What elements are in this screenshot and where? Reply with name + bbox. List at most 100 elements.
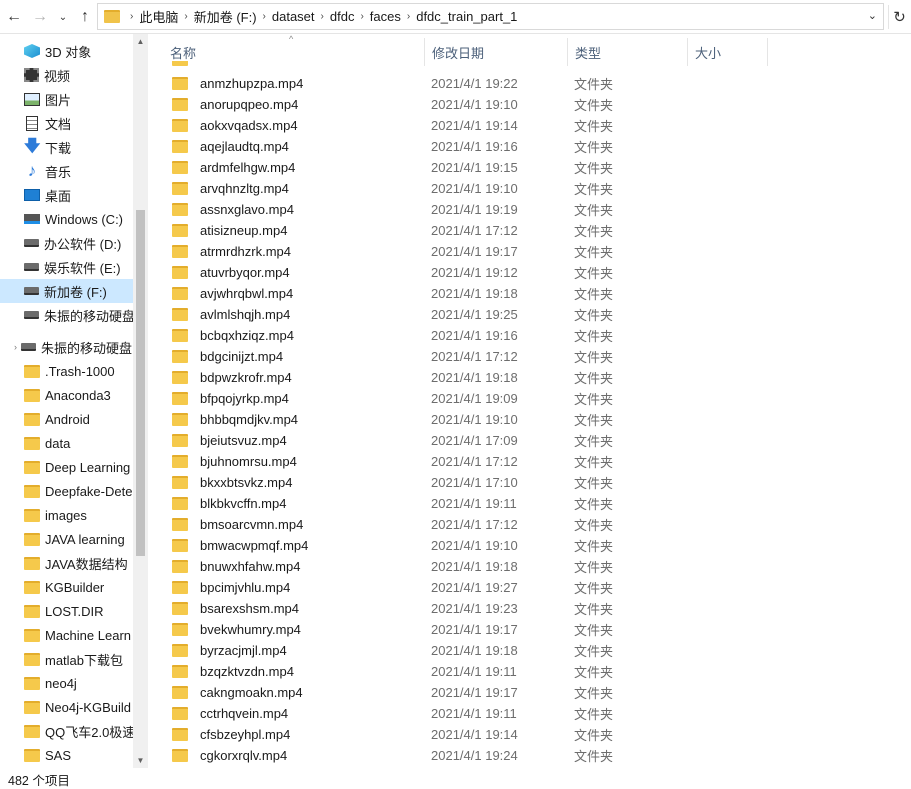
table-row[interactable]: cgkorxrqlv.mp4 2021/4/1 19:24 文件夹	[163, 745, 911, 766]
sidebar-item[interactable]: 视频	[0, 63, 133, 87]
breadcrumb-item-dfdc[interactable]: dfdc	[330, 9, 355, 24]
table-row[interactable]: bzqzktvzdn.mp4 2021/4/1 19:11 文件夹	[163, 661, 911, 682]
table-row[interactable]: bpcimjvhlu.mp4 2021/4/1 19:27 文件夹	[163, 577, 911, 598]
chevron-right-icon[interactable]: ›	[14, 342, 17, 352]
address-input[interactable]: › 此电脑 › 新加卷 (F:) › dataset › dfdc › face…	[97, 3, 884, 30]
breadcrumb-item-dataset[interactable]: dataset	[272, 9, 315, 24]
sidebar-item[interactable]: SAS	[0, 743, 133, 767]
sidebar-item-label: 办公软件 (D:)	[44, 236, 122, 252]
table-row[interactable]: bnuwxhfahw.mp4 2021/4/1 19:18 文件夹	[163, 556, 911, 577]
breadcrumb-item-drive-f[interactable]: 新加卷 (F:)	[194, 7, 257, 26]
table-row[interactable]: cakngmoakn.mp4 2021/4/1 19:17 文件夹	[163, 682, 911, 703]
refresh-button[interactable]: ↻	[888, 5, 910, 29]
table-row[interactable]: bvekwhumry.mp4 2021/4/1 19:17 文件夹	[163, 619, 911, 640]
sidebar-item[interactable]: data	[0, 431, 133, 455]
table-row[interactable]: aqejlaudtq.mp4 2021/4/1 19:16 文件夹	[163, 136, 911, 157]
folder-icon	[172, 371, 188, 384]
sidebar-item[interactable]: 3D 对象	[0, 39, 133, 63]
table-row[interactable]: bdgcinijzt.mp4 2021/4/1 17:12 文件夹	[163, 346, 911, 367]
forward-button[interactable]: →	[28, 5, 52, 29]
table-row[interactable]: bhbbqmdjkv.mp4 2021/4/1 19:10 文件夹	[163, 409, 911, 430]
sidebar-item[interactable]: 文档	[0, 111, 133, 135]
sidebar-item[interactable]: 办公软件 (D:)	[0, 231, 133, 255]
table-row-partial[interactable]	[163, 61, 911, 70]
sidebar-item[interactable]: JAVA数据结构	[0, 551, 133, 575]
table-row[interactable]: assnxglavo.mp4 2021/4/1 19:19 文件夹	[163, 199, 911, 220]
table-row[interactable]: blkbkvcffn.mp4 2021/4/1 19:11 文件夹	[163, 493, 911, 514]
sidebar-item[interactable]: Neo4j-KGBuild	[0, 695, 133, 719]
sidebar-item[interactable]: 🡇 下载	[0, 135, 133, 159]
scrollbar-thumb[interactable]	[136, 210, 145, 556]
table-row[interactable]: ardmfelhgw.mp4 2021/4/1 19:15 文件夹	[163, 157, 911, 178]
table-row[interactable]: aokxvqadsx.mp4 2021/4/1 19:14 文件夹	[163, 115, 911, 136]
breadcrumb-separator-icon[interactable]: ›	[130, 11, 133, 22]
sidebar-item[interactable]: ♪ 音乐	[0, 159, 133, 183]
sidebar-item[interactable]: .Trash-1000	[0, 359, 133, 383]
file-name: bsarexshsm.mp4	[172, 601, 299, 616]
table-row[interactable]: bcbqxhziqz.mp4 2021/4/1 19:16 文件夹	[163, 325, 911, 346]
scroll-down-icon[interactable]: ▼	[133, 753, 148, 768]
sidebar-item[interactable]: JAVA learning	[0, 527, 133, 551]
table-row[interactable]: anorupqpeo.mp4 2021/4/1 19:10 文件夹	[163, 94, 911, 115]
table-row[interactable]: arvqhnzltg.mp4 2021/4/1 19:10 文件夹	[163, 178, 911, 199]
sidebar-item[interactable]: Deep Learning	[0, 455, 133, 479]
breadcrumb-separator-icon[interactable]: ›	[407, 11, 410, 22]
table-row[interactable]: avjwhrqbwl.mp4 2021/4/1 19:18 文件夹	[163, 283, 911, 304]
file-type: 文件夹	[574, 245, 614, 260]
sidebar-item[interactable]: 朱振的移动硬盘	[0, 303, 133, 327]
sidebar-item[interactable]: › 朱振的移动硬盘 (	[0, 335, 133, 359]
sidebar-item[interactable]: Android	[0, 407, 133, 431]
sidebar-item[interactable]: Deepfake-Dete	[0, 479, 133, 503]
up-button[interactable]: ↑	[73, 5, 97, 29]
table-row[interactable]: anmzhupzpa.mp4 2021/4/1 19:22 文件夹	[163, 73, 911, 94]
sidebar-item[interactable]: LOST.DIR	[0, 599, 133, 623]
address-dropdown-icon[interactable]: ⌄	[868, 9, 877, 22]
sidebar-scrollbar[interactable]: ▲ ▼	[133, 34, 148, 768]
table-row[interactable]: atisizneup.mp4 2021/4/1 17:12 文件夹	[163, 220, 911, 241]
sidebar-item[interactable]: 新加卷 (F:)	[0, 279, 133, 303]
table-row[interactable]: byrzacjmjl.mp4 2021/4/1 19:18 文件夹	[163, 640, 911, 661]
back-button[interactable]: ←	[2, 5, 26, 29]
sidebar-item[interactable]: Anaconda3	[0, 383, 133, 407]
file-name: atisizneup.mp4	[172, 223, 287, 238]
file-name-label: ardmfelhgw.mp4	[200, 160, 296, 175]
table-row[interactable]: bdpwzkrofr.mp4 2021/4/1 19:18 文件夹	[163, 367, 911, 388]
breadcrumb-item-current[interactable]: dfdc_train_part_1	[416, 9, 517, 24]
table-row[interactable]: atrmrdhzrk.mp4 2021/4/1 19:17 文件夹	[163, 241, 911, 262]
breadcrumb-separator-icon[interactable]: ›	[263, 11, 266, 22]
drive-icon	[24, 263, 39, 271]
table-row[interactable]: bsarexshsm.mp4 2021/4/1 19:23 文件夹	[163, 598, 911, 619]
file-name: anorupqpeo.mp4	[172, 97, 298, 112]
sidebar-item[interactable]: images	[0, 503, 133, 527]
sidebar-item[interactable]: Machine Learn	[0, 623, 133, 647]
table-row[interactable]: bjeiutsvuz.mp4 2021/4/1 17:09 文件夹	[163, 430, 911, 451]
table-row[interactable]: cctrhqvein.mp4 2021/4/1 19:11 文件夹	[163, 703, 911, 724]
table-row[interactable]: bjuhnomrsu.mp4 2021/4/1 17:12 文件夹	[163, 451, 911, 472]
breadcrumb-separator-icon[interactable]: ›	[184, 11, 187, 22]
table-row[interactable]: bmwacwpmqf.mp4 2021/4/1 19:10 文件夹	[163, 535, 911, 556]
sidebar-item-label: SAS	[45, 747, 72, 763]
sidebar-item[interactable]: 图片	[0, 87, 133, 111]
sidebar-item[interactable]: neo4j	[0, 671, 133, 695]
table-row[interactable]: avlmlshqjh.mp4 2021/4/1 19:25 文件夹	[163, 304, 911, 325]
table-row[interactable]: bkxxbtsvkz.mp4 2021/4/1 17:10 文件夹	[163, 472, 911, 493]
table-row[interactable]: atuvrbyqor.mp4 2021/4/1 19:12 文件夹	[163, 262, 911, 283]
file-type: 文件夹	[574, 539, 614, 554]
breadcrumb-item-faces[interactable]: faces	[370, 9, 401, 24]
sidebar-item[interactable]: 娱乐软件 (E:)	[0, 255, 133, 279]
table-row[interactable]: bfpqojyrkp.mp4 2021/4/1 19:09 文件夹	[163, 388, 911, 409]
breadcrumb-separator-icon[interactable]: ›	[360, 11, 363, 22]
sidebar-item[interactable]: QQ飞车2.0极速	[0, 719, 133, 743]
scroll-up-icon[interactable]: ▲	[133, 34, 148, 49]
table-row[interactable]: bmsoarcvmn.mp4 2021/4/1 17:12 文件夹	[163, 514, 911, 535]
breadcrumb-separator-icon[interactable]: ›	[321, 11, 324, 22]
recent-locations-button[interactable]: ⌄	[56, 5, 70, 29]
sidebar-item[interactable]: Windows (C:)	[0, 207, 133, 231]
file-name: bvekwhumry.mp4	[172, 622, 301, 637]
breadcrumb-item-this-pc[interactable]: 此电脑	[139, 7, 178, 26]
sidebar-item[interactable]: KGBuilder	[0, 575, 133, 599]
sidebar-item[interactable]: 桌面	[0, 183, 133, 207]
table-row[interactable]: cfsbzeyhpl.mp4 2021/4/1 19:14 文件夹	[163, 724, 911, 745]
sidebar-item[interactable]: matlab下载包	[0, 647, 133, 671]
file-name-label: bmsoarcvmn.mp4	[200, 517, 304, 532]
